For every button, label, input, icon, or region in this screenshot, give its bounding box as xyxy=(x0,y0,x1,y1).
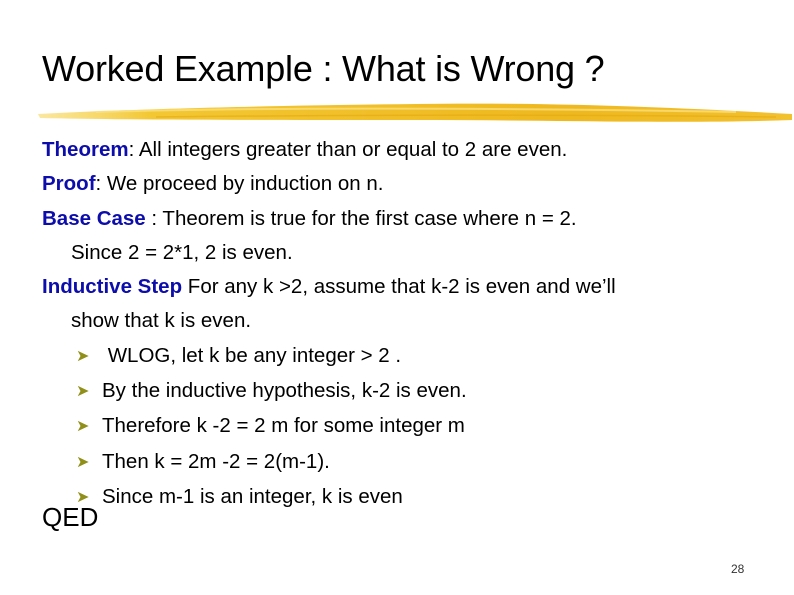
inductive-step-label: Inductive Step xyxy=(42,275,183,299)
slide-body: Theorem: All integers greater than or eq… xyxy=(42,133,616,515)
bullet-item: ➤ Therefore k -2 = 2 m for some integer m xyxy=(42,409,616,444)
inductive-step-line: Inductive Step For any k >2, assume that… xyxy=(42,270,616,304)
qed-label: QED xyxy=(42,502,99,532)
bullet-text: Then k = 2m -2 = 2(m-1). xyxy=(102,449,330,473)
title-underline-brushstroke xyxy=(38,103,792,122)
inductive-step-continuation: show that k is even. xyxy=(71,309,252,333)
base-case-continuation: Since 2 = 2*1, 2 is even. xyxy=(71,240,293,264)
bullet-text: Since m-1 is an integer, k is even xyxy=(102,484,403,508)
bullet-text: WLOG, let k be any integer > 2 . xyxy=(102,343,402,367)
bullet-item: ➤ WLOG, let k be any integer > 2 . xyxy=(42,339,616,374)
proof-label: Proof xyxy=(42,172,96,196)
arrow-bullet-icon: ➤ xyxy=(76,347,90,365)
base-case-label: Base Case xyxy=(42,206,146,230)
slide-title: Worked Example : What is Wrong ? xyxy=(42,48,605,89)
proof-line: Proof: We proceed by induction on n. xyxy=(42,167,616,201)
base-case-line: Base Case : Theorem is true for the firs… xyxy=(42,202,616,236)
arrow-bullet-icon: ➤ xyxy=(76,453,90,471)
arrow-bullet-icon: ➤ xyxy=(76,383,90,401)
theorem-text: : All integers greater than or equal to … xyxy=(128,138,568,161)
bullet-item: ➤ Since m-1 is an integer, k is even xyxy=(42,480,616,515)
bullet-item: ➤ By the inductive hypothesis, k-2 is eve… xyxy=(42,374,616,409)
bullet-item: ➤ Then k = 2m -2 = 2(m-1). xyxy=(42,445,616,480)
inductive-step-text: For any k >2, assume that k-2 is even an… xyxy=(182,275,616,299)
page-number: 28 xyxy=(731,562,745,576)
bullet-text: Therefore k -2 = 2 m for some integer m xyxy=(102,414,465,438)
base-case-text: : Theorem is true for the first case whe… xyxy=(145,206,577,230)
proof-text: : We proceed by induction on n. xyxy=(95,172,384,196)
arrow-bullet-icon: ➤ xyxy=(76,418,90,436)
theorem-line: Theorem: All integers greater than or eq… xyxy=(42,133,616,167)
theorem-label: Theorem xyxy=(42,138,129,161)
bullet-text: By the inductive hypothesis, k-2 is even… xyxy=(102,379,467,403)
